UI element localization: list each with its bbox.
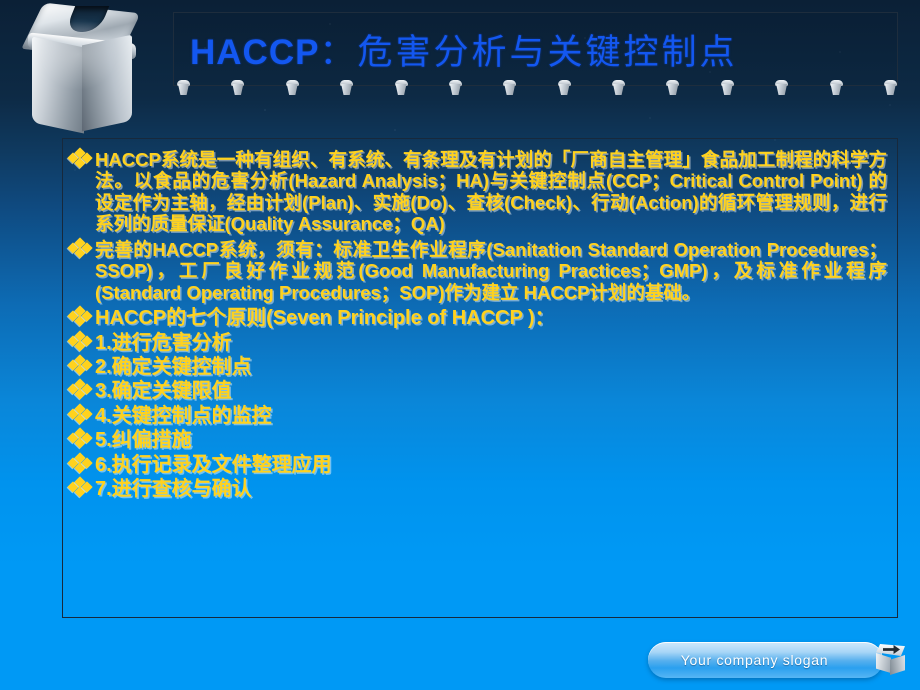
list-item-label: HACCP系统是一种有组织、有系统、有条理及有计划的「厂商自主管理」食品加工制程… — [95, 149, 887, 235]
mini-cube-icon — [557, 80, 572, 96]
company-slogan-text: Your company slogan — [680, 652, 829, 668]
title-chinese: 危害分析与关键控制点 — [357, 32, 738, 72]
list-item: HACCP系统是一种有组织、有系统、有条理及有计划的「厂商自主管理」食品加工制程… — [67, 147, 891, 235]
list-item: 5.纠偏措施 — [67, 427, 891, 452]
list-item-label: 6.执行记录及文件整理应用 — [95, 453, 332, 476]
mini-cube-icon — [448, 80, 463, 96]
diamond-cluster-bullet-icon — [67, 451, 95, 476]
diamond-cluster-bullet-icon — [67, 329, 95, 354]
mini-cube-icon — [720, 80, 735, 96]
mini-cube-icon — [394, 80, 409, 96]
list-item: HACCP的七个原则(Seven Principle of HACCP )： — [67, 305, 891, 330]
mini-cube-icon — [665, 80, 680, 96]
list-item: 3.确定关键限值 — [67, 378, 891, 403]
content-body-box: HACCP系统是一种有组织、有系统、有条理及有计划的「厂商自主管理」食品加工制程… — [62, 138, 898, 618]
list-item-label: 7.进行查核与确认 — [95, 477, 252, 500]
diamond-cluster-bullet-icon — [67, 354, 95, 378]
page-title: HACCP：危害分析与关键控制点 — [174, 24, 737, 75]
title-english: HACCP — [190, 32, 320, 72]
mini-cube-icon — [611, 80, 626, 96]
list-item-label: 完善的HACCP系统，须有：标准卫生作业程序(Sanitation Standa… — [95, 238, 887, 303]
title-separator: ： — [319, 32, 358, 72]
list-item: 完善的HACCP系统，须有：标准卫生作业程序(Sanitation Standa… — [67, 237, 891, 303]
slide-title-box: HACCP：危害分析与关键控制点 — [173, 12, 898, 86]
mini-cube-icon — [176, 80, 191, 96]
mini-cube-icon — [883, 80, 898, 96]
cube-left-face — [32, 36, 84, 134]
diamond-cluster-bullet-icon — [67, 305, 95, 329]
mini-cube-icon — [829, 80, 844, 96]
list-item-label: 2.确定关键控制点 — [95, 355, 252, 378]
list-item: 7.进行查核与确认 — [67, 476, 891, 500]
diamond-cluster-bullet-icon — [67, 237, 95, 261]
list-item: 2.确定关键控制点 — [67, 354, 891, 378]
diamond-cluster-bullet-icon — [67, 476, 95, 500]
list-item: 6.执行记录及文件整理应用 — [67, 451, 891, 476]
list-item-label: 5.纠偏措施 — [95, 429, 192, 452]
mini-cube-row — [176, 80, 898, 100]
mini-cube-icon — [774, 80, 789, 96]
metallic-cube-logo-icon — [18, 2, 146, 136]
mini-cube-icon — [230, 80, 245, 96]
list-item-label: 3.确定关键限值 — [95, 380, 232, 403]
metallic-cube-icon — [876, 643, 906, 675]
mini-cube-icon — [502, 80, 517, 96]
slide-canvas: HACCP：危害分析与关键控制点 HACCP系统是一种有组织、有系统、有条理及有… — [0, 0, 920, 690]
list-item: 4.关键控制点的监控 — [67, 403, 891, 427]
list-item: 1.进行危害分析 — [67, 329, 891, 354]
diamond-cluster-bullet-icon — [67, 147, 95, 171]
diamond-cluster-bullet-icon — [67, 403, 95, 427]
bullet-list: HACCP系统是一种有组织、有系统、有条理及有计划的「厂商自主管理」食品加工制程… — [67, 147, 891, 500]
list-item-label: HACCP的七个原则(Seven Principle of HACCP )： — [95, 307, 555, 330]
company-slogan-badge: Your company slogan — [648, 642, 883, 678]
list-item-label: 4.关键控制点的监控 — [95, 404, 272, 427]
cube-right-face — [82, 34, 132, 132]
mini-cube-icon — [339, 80, 354, 96]
diamond-cluster-bullet-icon — [67, 427, 95, 451]
list-item-label: 1.进行危害分析 — [95, 331, 232, 354]
mini-cube-icon — [285, 80, 300, 96]
diamond-cluster-bullet-icon — [67, 378, 95, 402]
